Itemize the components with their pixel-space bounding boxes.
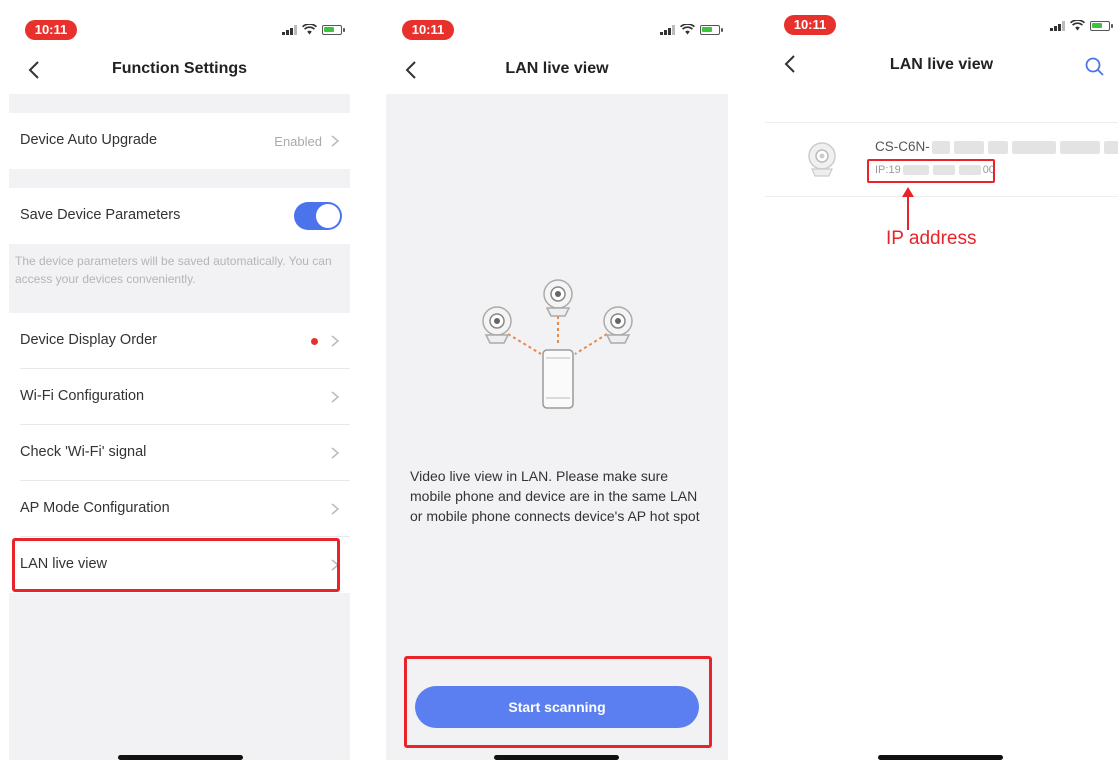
status-time: 10:11 — [25, 20, 77, 40]
redacted-block — [931, 140, 950, 154]
battery-icon — [1090, 20, 1113, 31]
system-icons — [282, 24, 345, 35]
home-indicator — [878, 755, 1003, 760]
save-parameters-hint: The device parameters will be saved auto… — [15, 254, 332, 286]
status-time: 10:11 — [784, 15, 836, 35]
camera-icon — [543, 279, 573, 317]
settings-row-device-auto-upgrade[interactable]: Device Auto Upgrade Enabled — [9, 113, 350, 169]
system-icons — [660, 24, 723, 35]
chevron-right-icon — [331, 135, 340, 147]
status-bar: 10:11 — [765, 10, 1118, 40]
list-divider — [765, 196, 1118, 197]
cellular-signal-icon — [660, 24, 675, 35]
highlight-box-start-scanning — [404, 656, 712, 748]
system-icons — [1050, 20, 1113, 31]
row-label: Check 'Wi-Fi' signal — [20, 444, 147, 460]
redacted-block — [1059, 140, 1100, 154]
phone-icon — [542, 349, 574, 409]
search-icon[interactable] — [1084, 56, 1106, 78]
camera-icon — [603, 306, 633, 344]
row-value: Enabled — [274, 134, 322, 149]
redacted-block — [1103, 140, 1118, 154]
redacted-block — [953, 140, 984, 154]
lan-cameras-illustration — [482, 279, 633, 409]
highlight-box-ip — [867, 159, 995, 183]
list-divider — [765, 122, 1118, 123]
chevron-right-icon — [331, 335, 340, 347]
battery-icon — [700, 24, 723, 35]
lan-live-view-intro-screen: 10:11 LAN live view Video live view in L… — [386, 10, 728, 760]
save-parameters-toggle[interactable] — [294, 202, 342, 230]
redacted-block — [1011, 140, 1056, 154]
nav-bar: LAN live view — [386, 46, 728, 94]
home-indicator — [494, 755, 619, 760]
function-settings-screen: 10:11 Function Settings Device Auto Upgr… — [9, 10, 350, 760]
highlight-box-lan-live-view — [12, 538, 340, 592]
nav-bar: LAN live view — [765, 40, 1118, 90]
chevron-right-icon — [331, 503, 340, 515]
page-title: Function Settings — [111, 60, 248, 77]
page-title: LAN live view — [505, 60, 609, 77]
row-label: Device Auto Upgrade — [20, 132, 158, 148]
status-time: 10:11 — [402, 20, 454, 40]
row-label: AP Mode Configuration — [20, 500, 170, 516]
row-label: Wi-Fi Configuration — [20, 388, 145, 404]
wifi-icon — [1070, 20, 1085, 31]
page-title: LAN live view — [889, 56, 994, 73]
nav-bar: Function Settings — [9, 46, 350, 94]
device-name-start: CS-C6N- — [875, 139, 930, 154]
battery-icon — [322, 24, 345, 35]
cellular-signal-icon — [1050, 20, 1065, 31]
redacted-block — [987, 140, 1008, 154]
row-label: Device Display Order — [20, 332, 157, 348]
camera-icon — [808, 142, 836, 177]
wifi-icon — [680, 24, 695, 35]
camera-icon — [482, 306, 512, 344]
lan-live-view-description: Video live view in LAN. Please make sure… — [410, 468, 700, 524]
settings-row-device-display-order[interactable]: Device Display Order — [9, 313, 350, 369]
notification-dot — [311, 338, 318, 345]
settings-row-save-device-parameters: Save Device Parameters — [9, 188, 350, 244]
lan-live-view-results-screen: 10:11 LAN live view CS-C6N-31 IP:1900 IP… — [765, 10, 1118, 760]
status-bar: 10:11 — [9, 10, 350, 46]
chevron-right-icon — [331, 447, 340, 459]
row-label: Save Device Parameters — [20, 207, 181, 223]
wifi-icon — [302, 24, 317, 35]
home-indicator — [118, 755, 243, 760]
settings-row-check-wifi-signal[interactable]: Check 'Wi-Fi' signal — [9, 425, 350, 481]
status-bar: 10:11 — [386, 10, 728, 46]
ip-address-annotation: IP address — [886, 228, 977, 249]
device-name: CS-C6N-31 — [875, 139, 1118, 154]
chevron-right-icon — [331, 391, 340, 403]
settings-row-ap-mode-configuration[interactable]: AP Mode Configuration — [9, 481, 350, 537]
cellular-signal-icon — [282, 24, 297, 35]
arrow-up-icon — [902, 187, 914, 230]
settings-row-wifi-configuration[interactable]: Wi-Fi Configuration — [9, 369, 350, 425]
